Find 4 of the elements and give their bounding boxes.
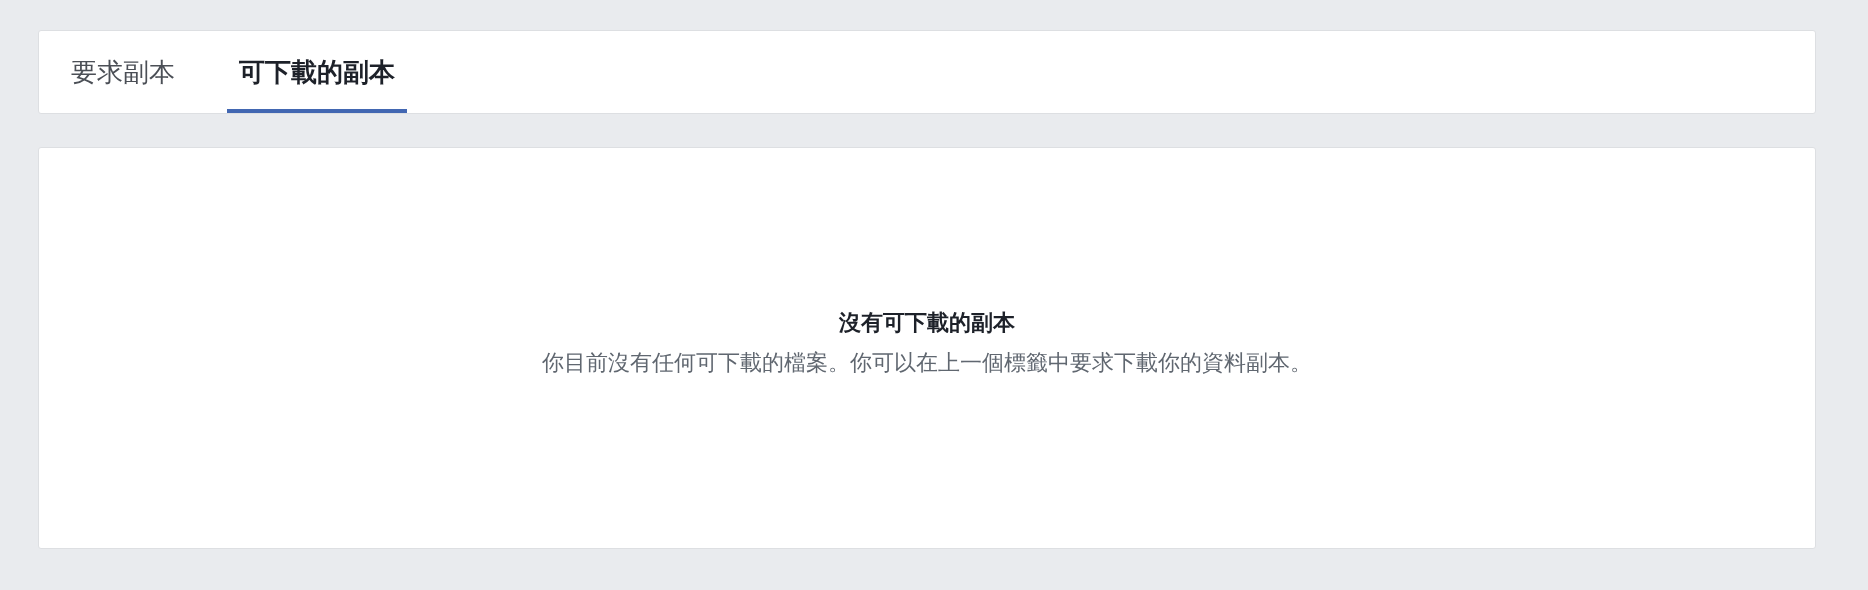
tab[interactable]: 要求副本 (59, 31, 187, 113)
tab[interactable]: 可下載的副本 (227, 31, 407, 113)
empty-message: 你目前沒有任何可下載的檔案。你可以在上一個標籤中要求下載你的資料副本。 (542, 349, 1312, 377)
empty-title: 沒有可下載的副本 (839, 309, 1015, 337)
